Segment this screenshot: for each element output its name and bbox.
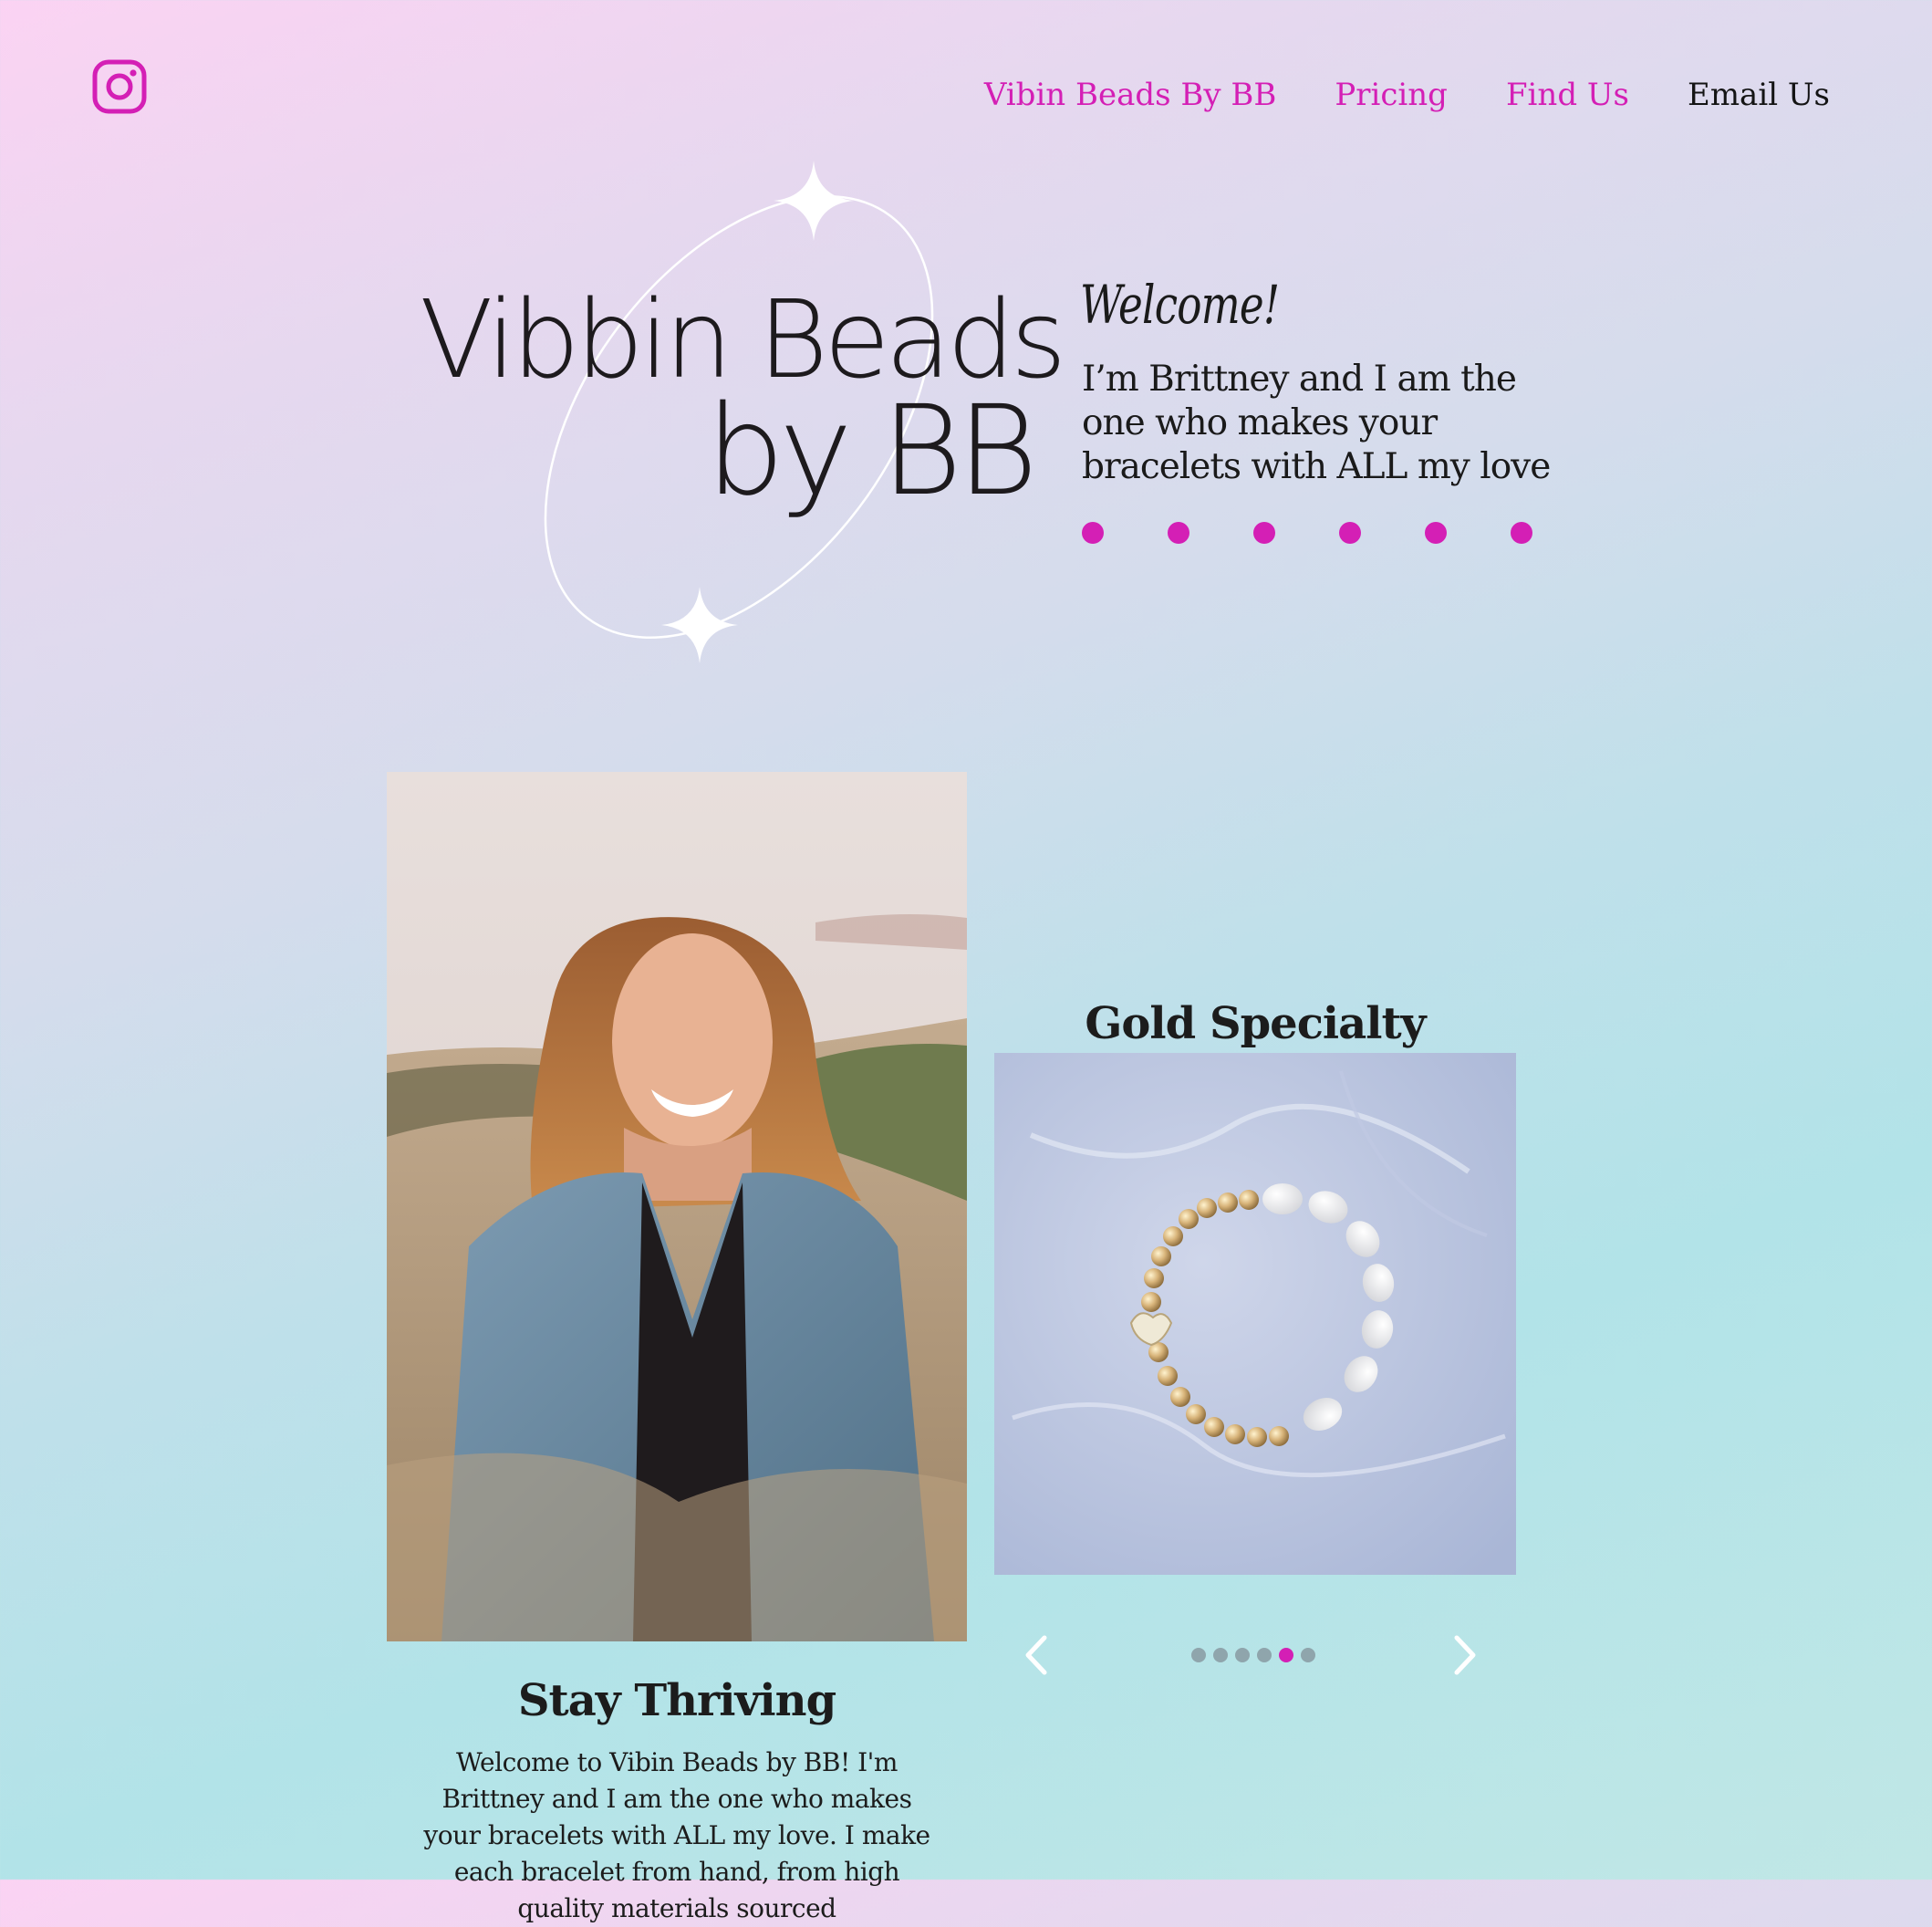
decorative-dot [1339,522,1361,544]
brand-logo: Vibbin Beads by BB [420,155,1066,675]
logo-line-2: by BB [705,380,1038,524]
nav-link-email-us[interactable]: Email Us [1688,73,1830,117]
pager-dot[interactable] [1257,1648,1272,1662]
pager-dot[interactable] [1191,1648,1206,1662]
nav-link-home[interactable]: Vibin Beads By BB [984,73,1277,117]
welcome-text: I’m Brittney and I am the one who makes … [1082,359,1551,487]
slide-next-button[interactable] [1441,1631,1489,1679]
decorative-dot [1253,522,1275,544]
slide-pager [1191,1648,1315,1662]
decorative-dot [1168,522,1189,544]
pager-dot[interactable] [1235,1648,1250,1662]
slide-title: Gold Specialty [1085,998,1426,1049]
instagram-link[interactable] [91,58,148,115]
decorative-dots [1082,522,1532,544]
decorative-dot [1425,522,1447,544]
slide-prev-button[interactable] [1013,1631,1060,1679]
logo-line-1: Vibbin Beads [420,276,1066,402]
welcome-heading: Welcome! [1080,274,1280,336]
decorative-dot [1082,522,1104,544]
nav-link-pricing[interactable]: Pricing [1335,73,1448,117]
pager-dot[interactable] [1213,1648,1228,1662]
nav-link-find-us[interactable]: Find Us [1506,73,1629,117]
instagram-icon [92,59,147,114]
main-nav: Vibin Beads By BB Pricing Find Us Email … [984,73,1830,117]
pager-dot[interactable] [1301,1648,1315,1662]
chevron-right-icon [1454,1635,1476,1675]
bracelet-photo [994,1053,1516,1575]
decorative-dot [1511,522,1532,544]
about-heading: Stay Thriving [517,1675,836,1726]
pager-dot-current[interactable] [1279,1648,1293,1662]
about-text: Welcome to Vibin Beads by BB! I'm Brittn… [423,1747,930,1923]
portrait-photo [387,772,967,1641]
chevron-left-icon [1025,1635,1047,1675]
